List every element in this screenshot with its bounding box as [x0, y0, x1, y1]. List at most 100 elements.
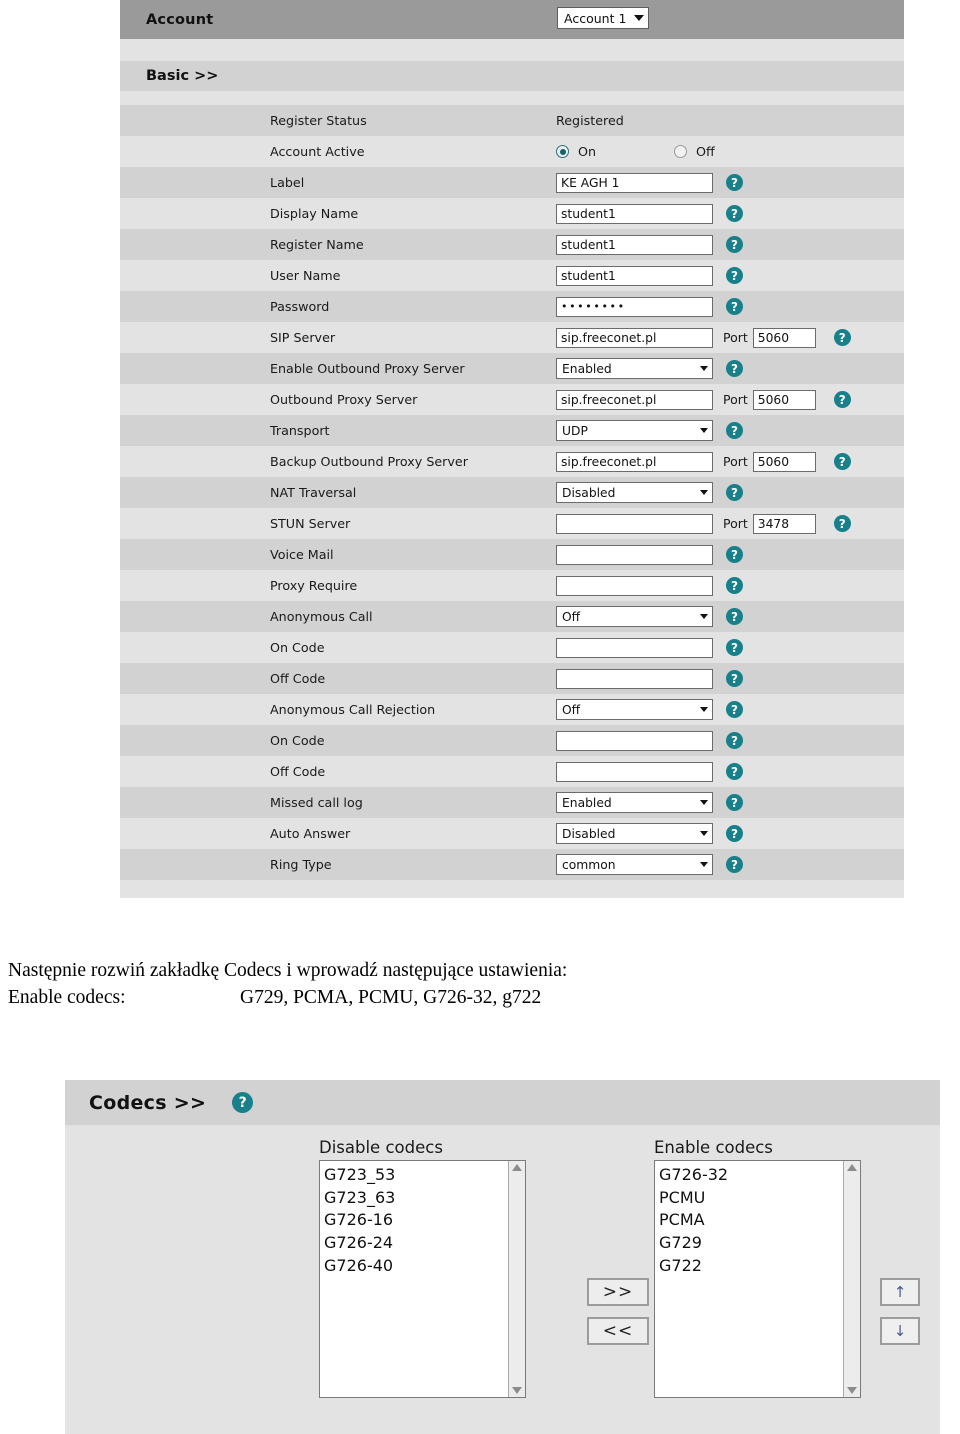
settings-select[interactable]: common	[556, 854, 713, 875]
scroll-down-icon[interactable]	[847, 1387, 857, 1394]
text-field[interactable]	[556, 730, 713, 751]
radio-button-icon[interactable]	[556, 145, 569, 158]
settings-row: Anonymous Call Rejection Off?	[120, 694, 904, 725]
disable-codecs-listbox[interactable]: G723_53 G723_63 G726-16 G726-24 G726-40	[319, 1160, 526, 1398]
help-icon[interactable]: ?	[726, 236, 743, 253]
help-icon[interactable]: ?	[726, 794, 743, 811]
help-icon[interactable]: ?	[726, 732, 743, 749]
scroll-up-icon[interactable]	[512, 1164, 522, 1171]
settings-select[interactable]: Disabled	[556, 482, 713, 503]
account-select[interactable]: Account 1	[557, 7, 650, 29]
text-field[interactable]: sip.freeconet.pl	[556, 451, 713, 472]
help-icon[interactable]: ?	[726, 205, 743, 222]
move-to-disable-button[interactable]: <<	[587, 1317, 649, 1345]
settings-select[interactable]: Disabled	[556, 823, 713, 844]
help-icon[interactable]: ?	[726, 856, 743, 873]
text-field[interactable]	[556, 575, 713, 596]
enable-codecs-items[interactable]: G726-32 PCMU PCMA G729 G722	[655, 1161, 843, 1397]
help-icon[interactable]: ?	[833, 391, 851, 408]
move-down-button[interactable]: ↓	[880, 1317, 920, 1345]
port-field[interactable]: 5060	[752, 389, 816, 410]
scroll-down-icon[interactable]	[512, 1387, 522, 1394]
list-item[interactable]: G726-24	[324, 1232, 508, 1255]
text-field[interactable]	[556, 668, 713, 689]
list-item[interactable]: G726-32	[659, 1164, 843, 1187]
settings-row: Ring Type common?	[120, 849, 904, 880]
settings-row-control: sip.freeconet.pl Port 5060?	[556, 327, 851, 348]
text-field[interactable]	[556, 637, 713, 658]
instruction-line-1: Następnie rozwiń zakładkę Codecs i wprow…	[8, 960, 568, 981]
text-field[interactable]: sip.freeconet.pl	[556, 327, 713, 348]
port-label: Port	[723, 454, 748, 469]
help-icon[interactable]: ?	[726, 825, 743, 842]
help-icon[interactable]: ?	[833, 329, 851, 346]
settings-select-value: Enabled	[562, 361, 612, 376]
radio-on[interactable]: On	[556, 144, 596, 159]
text-field[interactable]: student1	[556, 203, 713, 224]
help-icon[interactable]: ?	[726, 422, 743, 439]
basic-section-title: Basic >>	[146, 68, 219, 84]
text-field[interactable]: sip.freeconet.pl	[556, 389, 713, 410]
help-icon[interactable]: ?	[726, 174, 743, 191]
help-icon[interactable]: ?	[833, 515, 851, 532]
list-item[interactable]: G722	[659, 1255, 843, 1278]
help-icon[interactable]: ?	[726, 670, 743, 687]
settings-row-control: student1?	[556, 203, 743, 224]
list-item[interactable]: G729	[659, 1232, 843, 1255]
help-icon[interactable]: ?	[726, 267, 743, 284]
text-field[interactable]: student1	[556, 234, 713, 255]
move-to-enable-button[interactable]: >>	[587, 1278, 649, 1306]
disable-codecs-items[interactable]: G723_53 G723_63 G726-16 G726-24 G726-40	[320, 1161, 508, 1397]
password-field[interactable]: ••••••••	[556, 296, 713, 317]
text-field[interactable]	[556, 513, 713, 534]
codecs-panel-header[interactable]: Codecs >> ?	[65, 1080, 940, 1125]
text-field[interactable]	[556, 761, 713, 782]
disable-codecs-scrollbar[interactable]	[508, 1161, 525, 1397]
enable-codecs-scrollbar[interactable]	[843, 1161, 860, 1397]
scroll-up-icon[interactable]	[847, 1164, 857, 1171]
settings-select[interactable]: UDP	[556, 420, 713, 441]
text-field[interactable]	[556, 544, 713, 565]
list-item[interactable]: PCMA	[659, 1209, 843, 1232]
help-icon[interactable]: ?	[726, 298, 743, 315]
help-icon[interactable]: ?	[232, 1092, 254, 1113]
radio-button-icon[interactable]	[674, 145, 688, 158]
help-icon[interactable]: ?	[726, 360, 743, 377]
help-icon[interactable]: ?	[726, 577, 743, 594]
help-icon[interactable]: ?	[726, 763, 743, 780]
instruction-text: Następnie rozwiń zakładkę Codecs i wprow…	[8, 958, 948, 1012]
text-field[interactable]: student1	[556, 265, 713, 286]
settings-row-label: On Code	[270, 640, 325, 655]
help-icon[interactable]: ?	[833, 453, 851, 470]
settings-select[interactable]: Enabled	[556, 358, 713, 379]
list-item[interactable]: G726-16	[324, 1209, 508, 1232]
settings-select[interactable]: Off	[556, 606, 713, 627]
settings-select-value: UDP	[562, 423, 588, 438]
codecs-panel-title: Codecs >>	[89, 1091, 207, 1114]
help-icon[interactable]: ?	[726, 639, 743, 656]
help-icon[interactable]: ?	[726, 546, 743, 563]
enable-codecs-caption: Enable codecs	[654, 1138, 773, 1157]
help-icon[interactable]: ?	[726, 701, 743, 718]
port-field[interactable]: 5060	[752, 327, 816, 348]
settings-row-control: ?	[556, 575, 743, 596]
chevron-down-icon	[700, 862, 708, 867]
help-icon[interactable]: ?	[726, 608, 743, 625]
settings-row-label: STUN Server	[270, 516, 351, 531]
settings-row: Off Code?	[120, 663, 904, 694]
account-active-radio-group: On Off	[556, 144, 715, 159]
move-up-button[interactable]: ↑	[880, 1278, 920, 1306]
text-field[interactable]: KE AGH 1	[556, 172, 713, 193]
radio-off[interactable]: Off	[674, 144, 715, 159]
settings-select[interactable]: Off	[556, 699, 713, 720]
list-item[interactable]: G723_53	[324, 1164, 508, 1187]
help-icon[interactable]: ?	[726, 484, 743, 501]
list-item[interactable]: G723_63	[324, 1187, 508, 1210]
port-field[interactable]: 5060	[752, 451, 816, 472]
list-item[interactable]: PCMU	[659, 1187, 843, 1210]
list-item[interactable]: G726-40	[324, 1255, 508, 1278]
enable-codecs-listbox[interactable]: G726-32 PCMU PCMA G729 G722	[654, 1160, 861, 1398]
basic-section-header[interactable]: Basic >>	[120, 61, 904, 91]
port-field[interactable]: 3478	[752, 513, 816, 534]
settings-select[interactable]: Enabled	[556, 792, 713, 813]
